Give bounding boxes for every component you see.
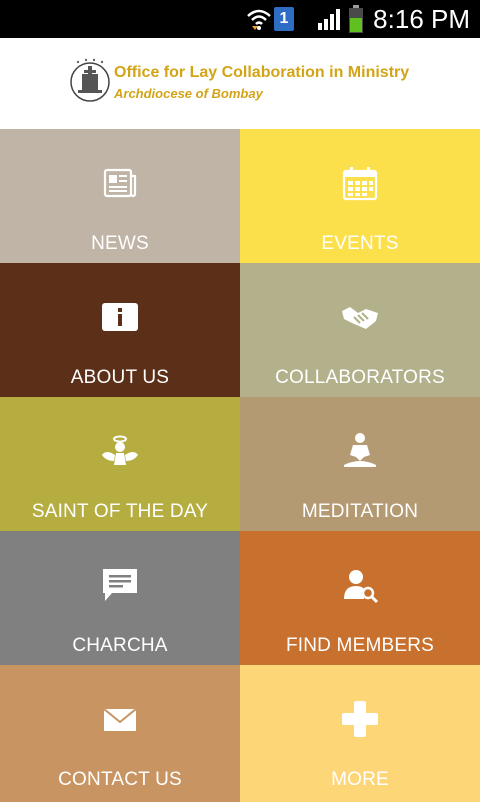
tile-label: MORE — [331, 769, 389, 790]
envelope-icon — [103, 708, 137, 731]
plus-icon — [342, 701, 378, 737]
handshake-icon — [342, 307, 378, 329]
tile-more[interactable]: MORE — [240, 665, 480, 802]
app-header: Office for Lay Collaboration in Ministry… — [0, 38, 480, 129]
tile-about-us[interactable]: ABOUT US — [0, 263, 240, 397]
tile-label: SAINT OF THE DAY — [31, 501, 209, 522]
meditation-icon — [344, 433, 376, 467]
tile-charcha[interactable]: CHARCHA — [0, 531, 240, 665]
status-time: 8:16 PM — [373, 3, 470, 34]
tile-find-members[interactable]: FIND MEMBERS — [240, 531, 480, 665]
newspaper-icon — [103, 168, 137, 198]
header-subtitle: Archdiocese of Bombay — [114, 86, 263, 101]
organization-logo — [70, 58, 110, 102]
tile-collaborators[interactable]: COLLABORATORS — [240, 263, 480, 397]
tile-label: MEDITATION — [301, 501, 419, 522]
battery-icon — [349, 5, 364, 33]
tile-label: NEWS — [91, 233, 149, 254]
tile-news[interactable]: NEWS — [0, 129, 240, 263]
status-bar: 1 8:16 PM — [0, 0, 480, 38]
header-title: Office for Lay Collaboration in Ministry — [114, 64, 410, 81]
calendar-icon — [342, 167, 378, 201]
tile-label: ABOUT US — [70, 367, 170, 388]
tile-label: CONTACT US — [58, 769, 182, 790]
tile-label: FIND MEMBERS — [285, 635, 435, 656]
tile-label: EVENTS — [321, 233, 399, 254]
signal-icon — [318, 9, 341, 30]
tile-saint-of-the-day[interactable]: SAINT OF THE DAY — [0, 397, 240, 531]
angel-icon — [102, 435, 138, 465]
menu-grid: NEWS EVENTS ABOUT US COLLABORATORS SAINT… — [0, 129, 480, 802]
chat-icon — [103, 569, 137, 601]
sim-icon: 1 — [274, 7, 294, 31]
tile-contact-us[interactable]: CONTACT US — [0, 665, 240, 802]
tile-label: COLLABORATORS — [275, 367, 445, 388]
info-icon — [102, 303, 138, 331]
wifi-icon — [247, 9, 271, 30]
tile-label: CHARCHA — [72, 635, 168, 656]
tile-events[interactable]: EVENTS — [240, 129, 480, 263]
tile-meditation[interactable]: MEDITATION — [240, 397, 480, 531]
search-user-icon — [344, 570, 379, 604]
